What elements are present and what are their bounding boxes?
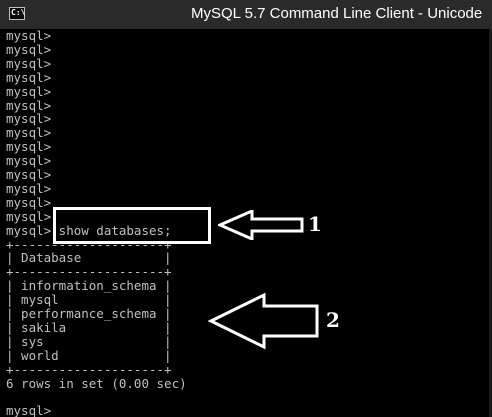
console-prompt: mysql> <box>6 403 52 417</box>
table-row: | mysql | <box>6 292 172 308</box>
command-highlight-box <box>53 207 211 244</box>
table-row: | sys | <box>6 333 172 349</box>
console-line: mysql> <box>6 153 52 169</box>
table-row: | performance_schema | <box>6 306 172 321</box>
console-line: mysql> <box>6 83 52 99</box>
arrow-left-icon <box>218 210 304 240</box>
result-summary: 6 rows in set (0.00 sec) <box>6 375 187 391</box>
title-bar[interactable]: C:\ MySQL 5.7 Command Line Client - Unic… <box>0 0 492 29</box>
table-row: | sakila | <box>6 319 172 335</box>
table-row: | world | <box>6 347 172 363</box>
console-line: mysql> <box>6 111 52 127</box>
console-line: mysql> <box>6 29 52 43</box>
console-line: mysql> <box>6 55 52 71</box>
arrow-left-icon <box>208 292 319 350</box>
console-line: mysql> <box>6 139 52 155</box>
window-title: MySQL 5.7 Command Line Client - Unicode <box>191 5 483 22</box>
callout-label-1: 1 <box>308 212 322 236</box>
table-row: | information_schema | <box>6 278 172 294</box>
console-app-icon-glyph: C:\ <box>11 8 26 17</box>
console-line: mysql> <box>6 167 52 182</box>
console-line: mysql> <box>6 208 52 224</box>
table-header: | Database | <box>6 250 172 266</box>
console-line: mysql> <box>6 180 52 196</box>
table-border: +--------------------+ <box>6 264 172 280</box>
console-app-icon[interactable]: C:\ <box>9 7 25 20</box>
console-line: mysql> <box>6 125 52 141</box>
console-line: mysql> <box>6 69 52 85</box>
console-line: mysql> <box>6 41 52 57</box>
table-border: +--------------------+ <box>6 361 172 377</box>
console-line: mysql> <box>6 97 52 113</box>
callout-label-2: 2 <box>326 308 340 332</box>
console-line: mysql> <box>6 194 52 210</box>
